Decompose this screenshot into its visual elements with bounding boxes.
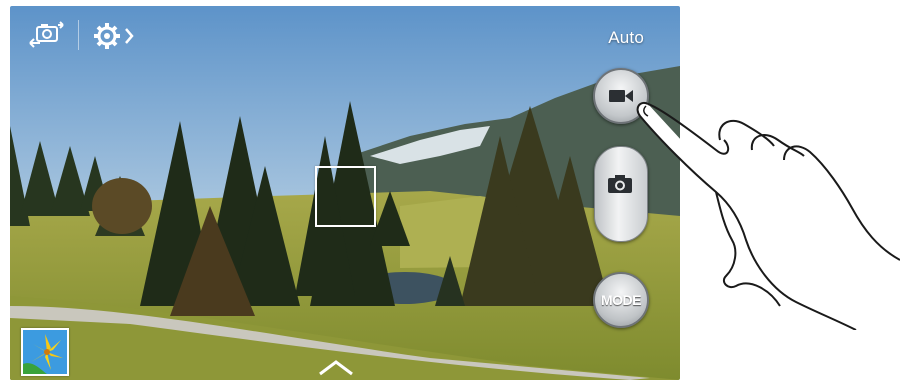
settings-button[interactable] xyxy=(92,20,138,52)
gallery-thumbnail xyxy=(23,330,67,374)
toolbar-divider xyxy=(78,20,79,50)
switch-camera-icon xyxy=(29,21,64,48)
gallery-thumbnail-button[interactable] xyxy=(21,328,69,376)
settings-gear-icon xyxy=(94,23,134,49)
camera-viewfinder[interactable]: Auto xyxy=(10,6,680,380)
focus-frame xyxy=(315,166,376,227)
flash-mode-label[interactable]: Auto xyxy=(608,28,644,48)
switch-camera-button[interactable] xyxy=(24,20,64,52)
pointing-hand-illustration xyxy=(636,102,900,330)
chevron-up-icon[interactable] xyxy=(316,358,356,378)
